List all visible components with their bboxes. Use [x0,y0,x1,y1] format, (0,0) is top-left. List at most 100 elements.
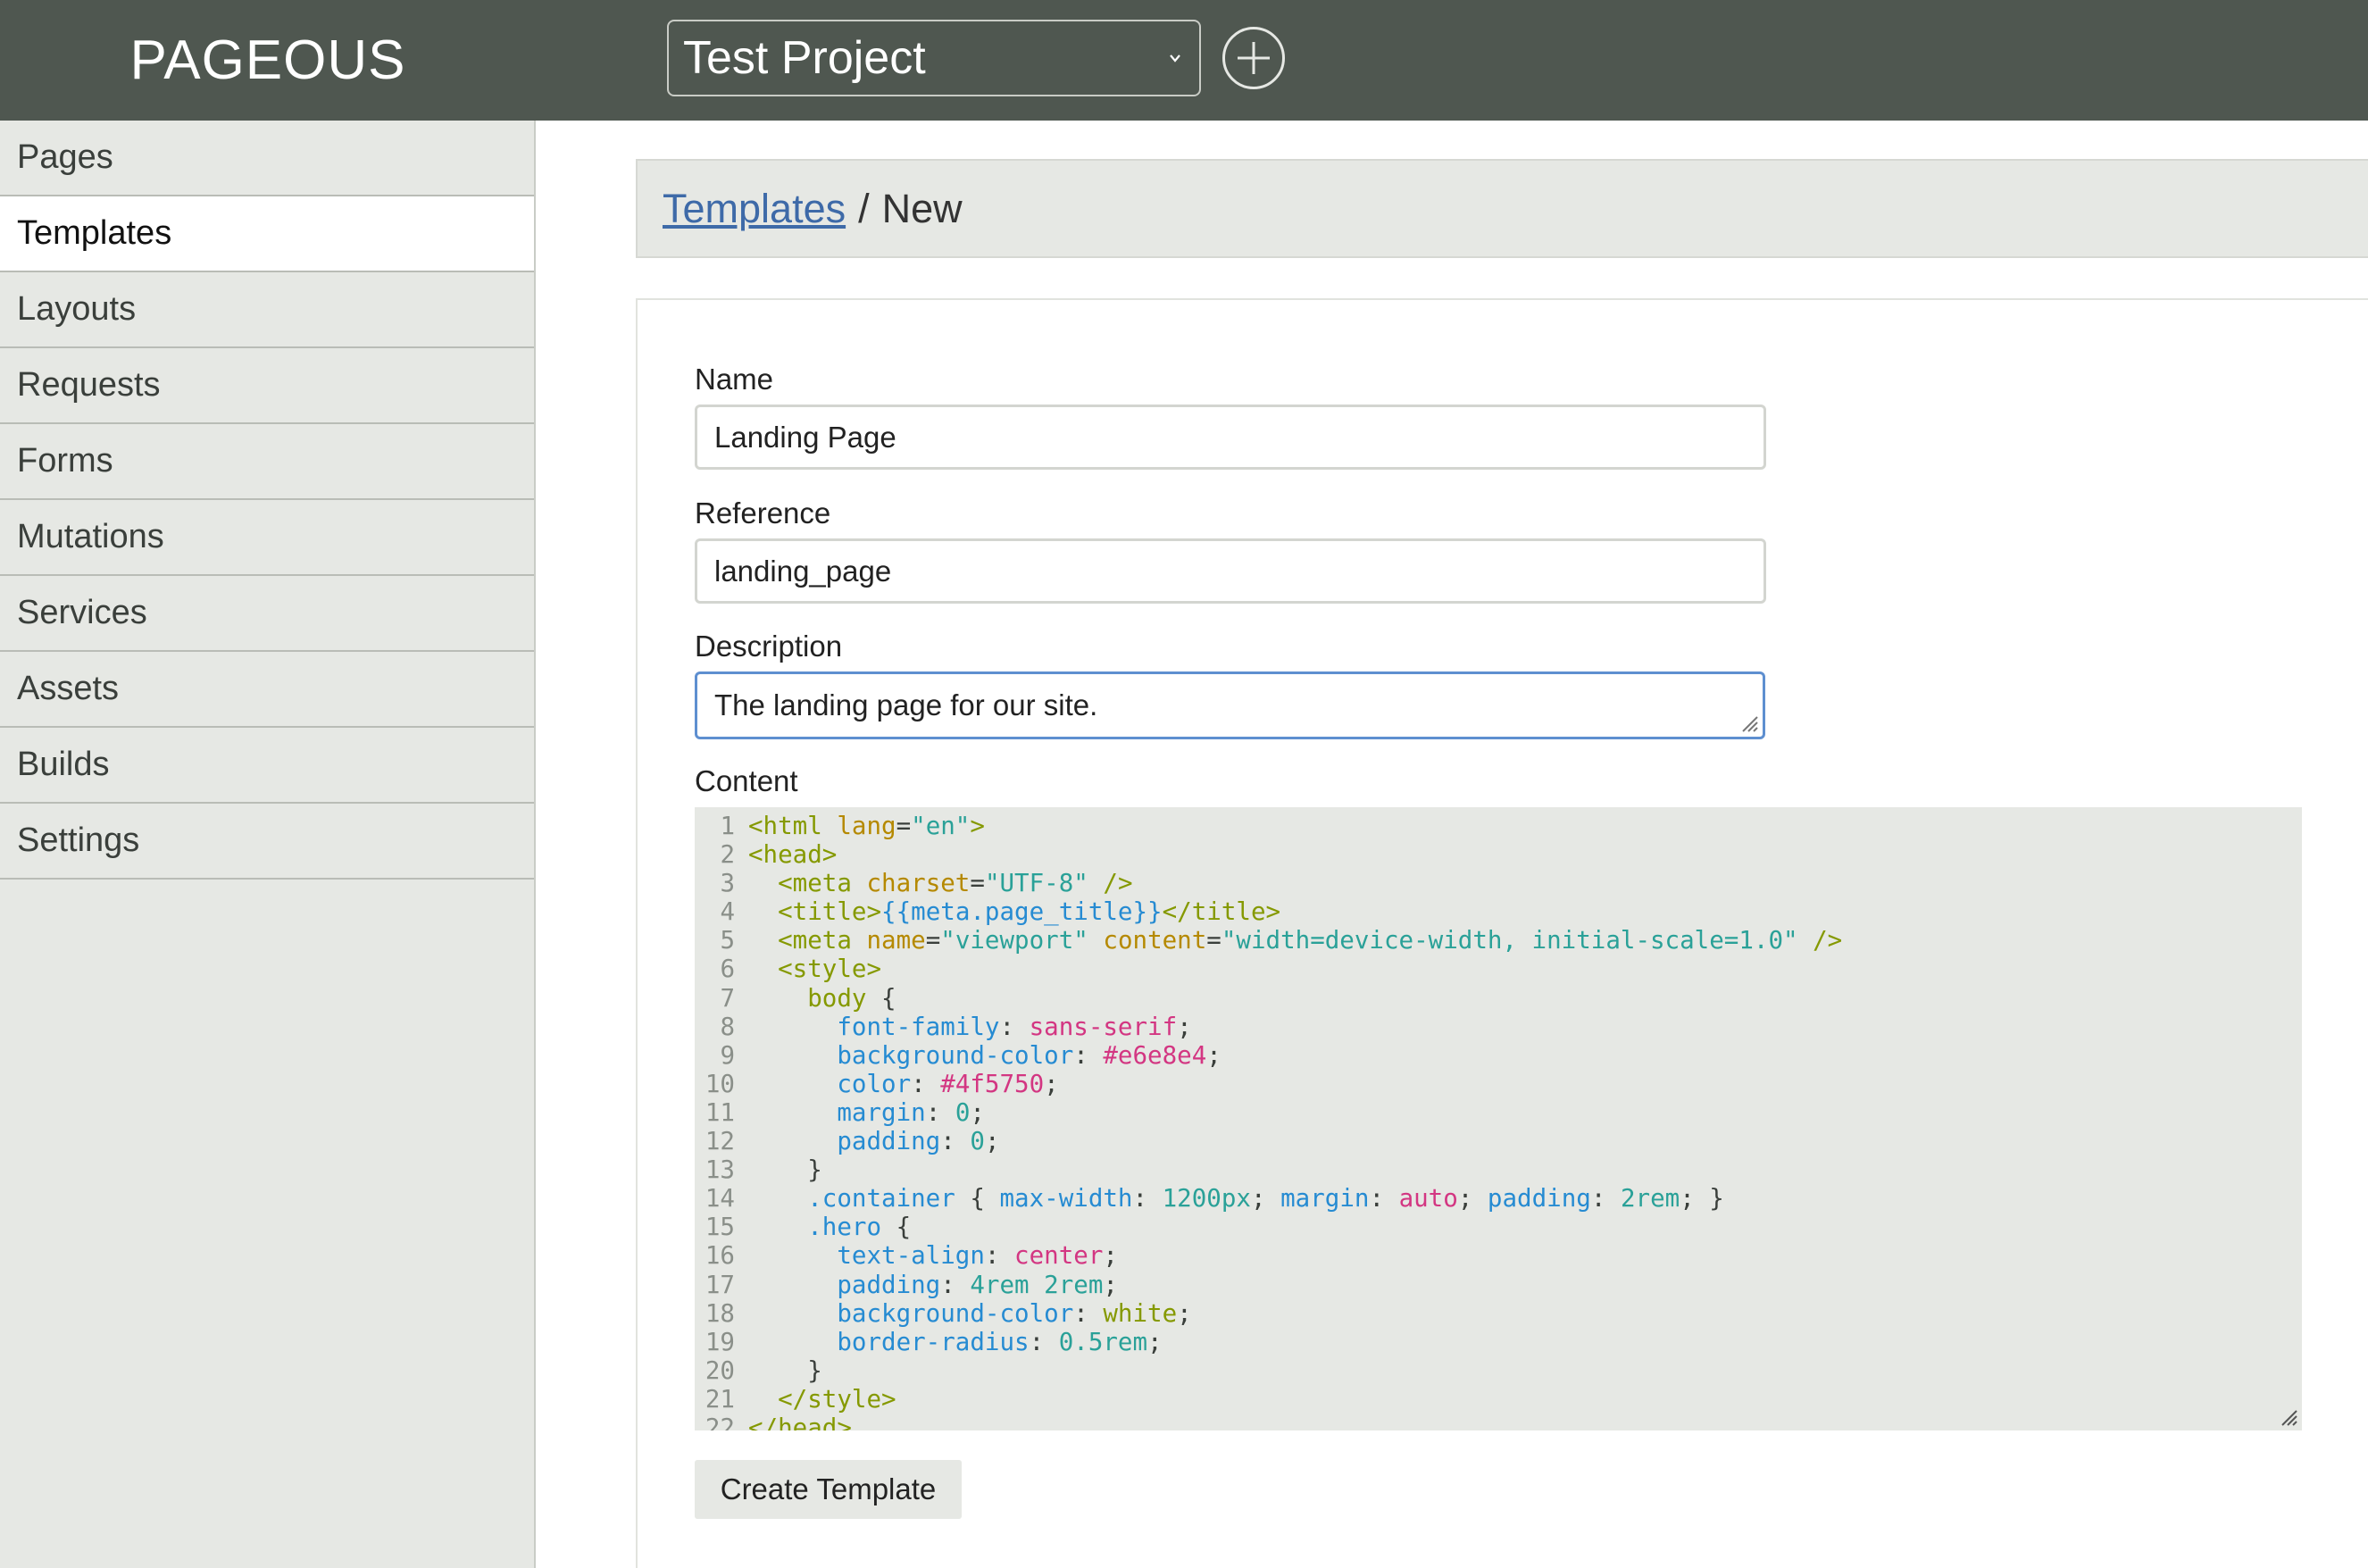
chevron-down-icon [1170,54,1180,63]
sidebar-item-pages[interactable]: Pages [0,121,534,196]
sidebar-item-label: Builds [17,746,110,783]
name-field[interactable]: Landing Page [695,405,1766,470]
sidebar-item-settings[interactable]: Settings [0,804,534,880]
code-line: 14 .container { max-width: 1200px; margi… [695,1184,2302,1213]
code-text: font-family: sans-serif; [837,1012,1192,1041]
content-label: Content [695,764,798,797]
sidebar-item-requests[interactable]: Requests [0,348,534,424]
code-line: 17 padding: 4rem 2rem; [695,1271,2302,1299]
code-text: } [748,1355,822,1385]
code-text: padding: 4rem 2rem; [837,1270,1118,1299]
line-number: 8 [720,1012,735,1041]
code-line: 13 } [695,1155,2302,1184]
sidebar-item-layouts[interactable]: Layouts [0,272,534,348]
line-number: 6 [720,955,735,984]
code-text: <title>{{meta.page_title}}</title> [778,897,1281,927]
sidebar-item-label: Requests [17,366,161,404]
code-text: border-radius: 0.5rem; [837,1327,1163,1356]
code-text: .hero { [807,1213,912,1242]
code-text: </head> [748,1413,852,1430]
sidebar-item-label: Settings [17,822,140,859]
description-textarea-value: The landing page for our site. [714,688,1098,721]
code-line: 1 <html lang="en"> [695,812,2302,840]
code-text: <style> [778,955,882,984]
sidebar-item-forms[interactable]: Forms [0,424,534,500]
code-text: background-color: #e6e8e4; [837,1040,1222,1070]
code-line: 12 padding: 0; [695,1127,2302,1155]
resize-grip-icon[interactable] [2279,1407,2298,1427]
sidebar-item-label: Forms [17,442,113,480]
code-text: text-align: center; [837,1241,1118,1271]
code-line: 8 font-family: sans-serif; [695,1013,2302,1041]
sidebar-item-services[interactable]: Services [0,576,534,652]
name-label: Name [695,363,774,396]
line-number: 20 [705,1355,735,1385]
code-text: body { [807,983,896,1013]
sidebar-item-assets[interactable]: Assets [0,652,534,728]
line-number: 14 [705,1184,735,1214]
line-number: 13 [705,1155,735,1185]
add-project-icon[interactable] [1222,27,1285,89]
breadcrumb: Templates / New [636,159,2368,258]
sidebar-item-templates[interactable]: Templates [0,196,534,272]
code-line: 7 body { [695,984,2302,1013]
line-number: 2 [720,840,735,870]
code-text: <head> [748,840,838,870]
create-template-button[interactable]: Create Template [695,1460,962,1519]
code-line: 16 text-align: center; [695,1241,2302,1270]
sidebar-item-label: Mutations [17,518,164,555]
description-label: Description [695,630,843,663]
code-line: 2 <head> [695,840,2302,869]
line-number: 10 [705,1069,735,1098]
code-text: .container { max-width: 1200px; margin: … [807,1184,1724,1214]
project-select-value: Test Project [683,32,926,84]
code-text: padding: 0; [837,1127,1000,1156]
code-line: 20 } [695,1356,2302,1385]
sidebar-item-builds[interactable]: Builds [0,728,534,804]
code-line: 9 background-color: #e6e8e4; [695,1041,2302,1070]
code-line: 22 </head> [695,1414,2302,1430]
top-bar: PAGEOUS Test Project [0,0,2368,121]
code-text: </style> [778,1384,896,1414]
line-number: 18 [705,1298,735,1328]
line-number: 11 [705,1097,735,1127]
breadcrumb-current: New [881,185,963,231]
line-number: 4 [720,897,735,927]
line-number: 22 [705,1413,735,1430]
code-text: background-color: white; [837,1298,1192,1328]
name-field-value: Landing Page [714,420,896,454]
code-text: color: #4f5750; [837,1069,1059,1098]
sidebar: Pages Templates Layouts Requests Forms M… [0,121,536,1568]
reference-field-value: landing_page [714,554,892,588]
breadcrumb-separator: / [858,185,870,231]
code-editor[interactable]: 1 <html lang="en"> 2 <head> 3 <meta charset=… [695,807,2302,1430]
code-text: <meta name="viewport" content="width=dev… [778,926,1843,955]
code-text: margin: 0; [837,1097,985,1127]
line-number: 7 [720,983,735,1013]
line-number: 19 [705,1327,735,1356]
description-textarea[interactable]: The landing page for our site. [695,671,1765,739]
sidebar-item-label: Pages [17,138,113,176]
code-line: 4 <title>{{meta.page_title}}</title> [695,897,2302,926]
resize-grip-icon[interactable] [1739,713,1759,733]
code-line: 21 </style> [695,1385,2302,1414]
code-line: 6 <style> [695,955,2302,983]
sidebar-item-mutations[interactable]: Mutations [0,500,534,576]
line-number: 15 [705,1213,735,1242]
line-number: 9 [720,1040,735,1070]
line-number: 21 [705,1384,735,1414]
reference-field[interactable]: landing_page [695,538,1766,604]
code-line: 10 color: #4f5750; [695,1070,2302,1098]
line-number: 17 [705,1270,735,1299]
code-line: 11 margin: 0; [695,1098,2302,1127]
line-number: 1 [720,812,735,840]
app-logo[interactable]: PAGEOUS [0,0,536,121]
line-number: 5 [720,926,735,955]
breadcrumb-templates-link[interactable]: Templates [663,186,846,232]
sidebar-item-label: Templates [17,214,172,252]
sidebar-item-label: Layouts [17,290,137,328]
project-select[interactable]: Test Project [667,20,1201,96]
code-line: 18 background-color: white; [695,1299,2302,1328]
line-number: 3 [720,869,735,898]
code-line: 3 <meta charset="UTF-8" /> [695,869,2302,897]
